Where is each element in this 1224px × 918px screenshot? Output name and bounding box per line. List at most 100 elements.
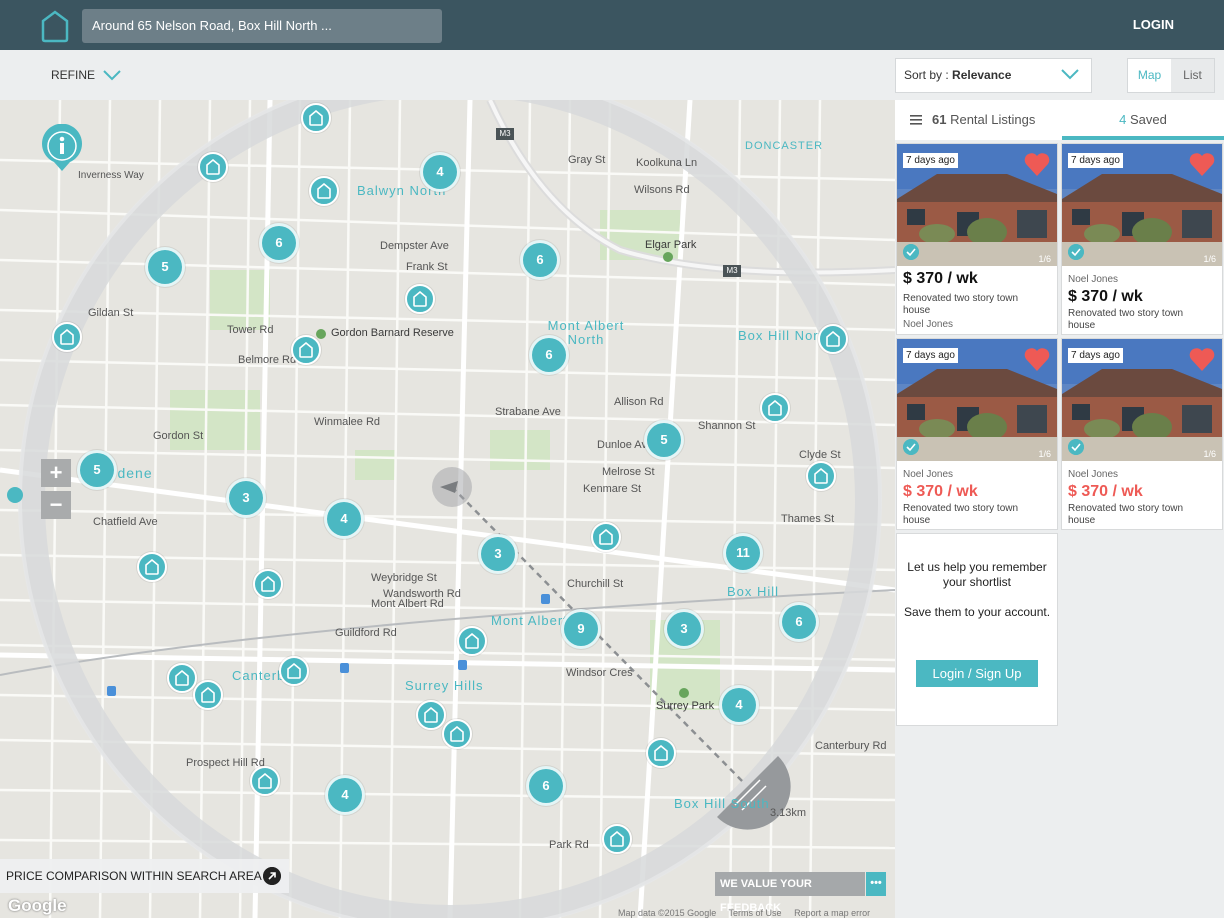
- listing-card[interactable]: 7 days ago 1/6 Noel Jones $ 370 / wk Ren…: [896, 338, 1058, 530]
- login-signup-button[interactable]: Login / Sign Up: [916, 660, 1038, 687]
- street-label: Koolkuna Ln: [636, 157, 698, 169]
- listing-price: $ 370 / wk: [1068, 288, 1143, 305]
- park-label-surrey-park: Surrey Park: [656, 700, 715, 712]
- property-pin[interactable]: [416, 700, 446, 730]
- listing-cluster[interactable]: 5: [77, 450, 117, 490]
- listing-cluster[interactable]: 3: [664, 609, 704, 649]
- terms-of-use-link[interactable]: Terms of Use: [729, 908, 782, 918]
- street-label: Chatfield Ave: [93, 516, 158, 528]
- listing-card[interactable]: 7 days ago 1/6 Noel Jones $ 370 / wk Ren…: [1061, 143, 1223, 335]
- property-pin[interactable]: [442, 719, 472, 749]
- listing-description: Renovated two story town house: [1068, 308, 1184, 331]
- listing-cluster[interactable]: 4: [324, 499, 364, 539]
- price-comparison-button[interactable]: PRICE COMPARISON WITHIN SEARCH AREA: [0, 859, 289, 893]
- chevron-down-icon: [1061, 69, 1079, 80]
- property-pin[interactable]: [309, 176, 339, 206]
- house-icon: [175, 670, 189, 686]
- property-pin[interactable]: [167, 663, 197, 693]
- property-pin[interactable]: [818, 324, 848, 354]
- map-view-tab[interactable]: Map: [1128, 59, 1171, 92]
- heart-icon[interactable]: [1188, 346, 1216, 372]
- listing-card[interactable]: 7 days ago 1/6 Noel Jones $ 370 / wk Ren…: [1061, 338, 1223, 530]
- arrow-up-right-icon: [263, 867, 281, 885]
- listing-description: Renovated two story town house: [1068, 503, 1184, 526]
- property-pin[interactable]: [646, 738, 676, 768]
- feedback-button[interactable]: WE VALUE YOUR FEEDBACK: [715, 872, 865, 914]
- house-logo-icon[interactable]: [40, 9, 70, 43]
- info-icon[interactable]: [40, 124, 84, 172]
- street-label: Mont Albert Rd: [371, 598, 444, 610]
- listing-tabs: 61 Rental Listings 4 Saved: [895, 100, 1224, 140]
- house-icon: [450, 726, 464, 742]
- heart-icon[interactable]: [1023, 346, 1051, 372]
- property-pin[interactable]: [591, 522, 621, 552]
- listing-cluster[interactable]: 5: [145, 247, 185, 287]
- zoom-out-button[interactable]: −: [41, 491, 71, 519]
- listing-cluster[interactable]: 4: [420, 152, 460, 192]
- property-pin[interactable]: [405, 284, 435, 314]
- street-label: Gildan St: [88, 307, 134, 319]
- listing-cluster[interactable]: 6: [529, 335, 569, 375]
- property-pin[interactable]: [198, 152, 228, 182]
- property-pin[interactable]: [301, 103, 331, 133]
- listing-cluster[interactable]: 9: [561, 609, 601, 649]
- google-logo: Google: [8, 896, 67, 915]
- listing-cluster[interactable]: 3: [226, 478, 266, 518]
- listing-cluster[interactable]: 6: [259, 223, 299, 263]
- listing-price: $ 370 / wk: [903, 483, 978, 500]
- house-icon: [599, 529, 613, 545]
- property-pin[interactable]: [760, 393, 790, 423]
- park-label-elgar-park: Elgar Park: [645, 239, 697, 251]
- map-area[interactable]: Balwyn North Mont Albert North Box Hill …: [0, 100, 895, 918]
- check-icon: [903, 439, 919, 455]
- property-pin[interactable]: [291, 335, 321, 365]
- location-search-input[interactable]: Around 65 Nelson Road, Box Hill North ..…: [82, 9, 442, 43]
- house-icon: [60, 329, 74, 345]
- heart-icon[interactable]: [1023, 151, 1051, 177]
- tab-rental-listings[interactable]: 61 Rental Listings: [910, 112, 1035, 127]
- listing-card[interactable]: 7 days ago 1/6 $ 370 / wk Renovated two …: [896, 143, 1058, 335]
- listing-cluster[interactable]: 11: [723, 533, 763, 573]
- property-pin[interactable]: [253, 569, 283, 599]
- property-pin[interactable]: [52, 322, 82, 352]
- check-icon: [903, 244, 919, 260]
- house-icon: [317, 183, 331, 199]
- chevron-down-icon: [103, 69, 121, 80]
- listing-cluster[interactable]: 6: [526, 766, 566, 806]
- photo-count: 1/6: [1203, 254, 1216, 264]
- property-pin[interactable]: [250, 766, 280, 796]
- listing-cluster[interactable]: 3: [478, 534, 518, 574]
- tab-saved[interactable]: 4 Saved: [1062, 100, 1224, 140]
- property-pin[interactable]: [806, 461, 836, 491]
- agent-name: Noel Jones: [1068, 469, 1119, 480]
- more-options-icon[interactable]: •••: [866, 872, 886, 896]
- street-label: Frank St: [406, 261, 448, 273]
- street-label: Dempster Ave: [380, 240, 449, 252]
- login-link[interactable]: LOGIN: [1133, 0, 1174, 50]
- freeway-shield: M3: [723, 265, 741, 277]
- list-view-tab[interactable]: List: [1171, 59, 1214, 92]
- property-pin[interactable]: [602, 824, 632, 854]
- listing-cluster[interactable]: 5: [644, 420, 684, 460]
- zoom-in-button[interactable]: +: [41, 459, 71, 487]
- refine-button[interactable]: REFINE: [51, 68, 121, 82]
- house-icon: [826, 331, 840, 347]
- menu-icon: [910, 114, 922, 125]
- listing-cluster[interactable]: 6: [779, 602, 819, 642]
- listing-cluster[interactable]: 6: [520, 240, 560, 280]
- house-icon: [258, 773, 272, 789]
- listing-cluster[interactable]: 4: [325, 775, 365, 815]
- property-pin[interactable]: [193, 680, 223, 710]
- listing-cluster[interactable]: 4: [719, 685, 759, 725]
- refine-label: REFINE: [51, 68, 96, 82]
- place-label-box-hill: Box Hill: [727, 584, 780, 599]
- heart-icon[interactable]: [1188, 151, 1216, 177]
- report-map-error-link[interactable]: Report a map error: [794, 908, 870, 918]
- property-pin[interactable]: [137, 552, 167, 582]
- property-pin[interactable]: [457, 626, 487, 656]
- street-label: Strabane Ave: [495, 406, 561, 418]
- property-pin[interactable]: [279, 656, 309, 686]
- sort-value: Relevance: [952, 68, 1012, 82]
- house-icon: [309, 110, 323, 126]
- sort-by-select[interactable]: Sort by : Relevance: [895, 58, 1092, 93]
